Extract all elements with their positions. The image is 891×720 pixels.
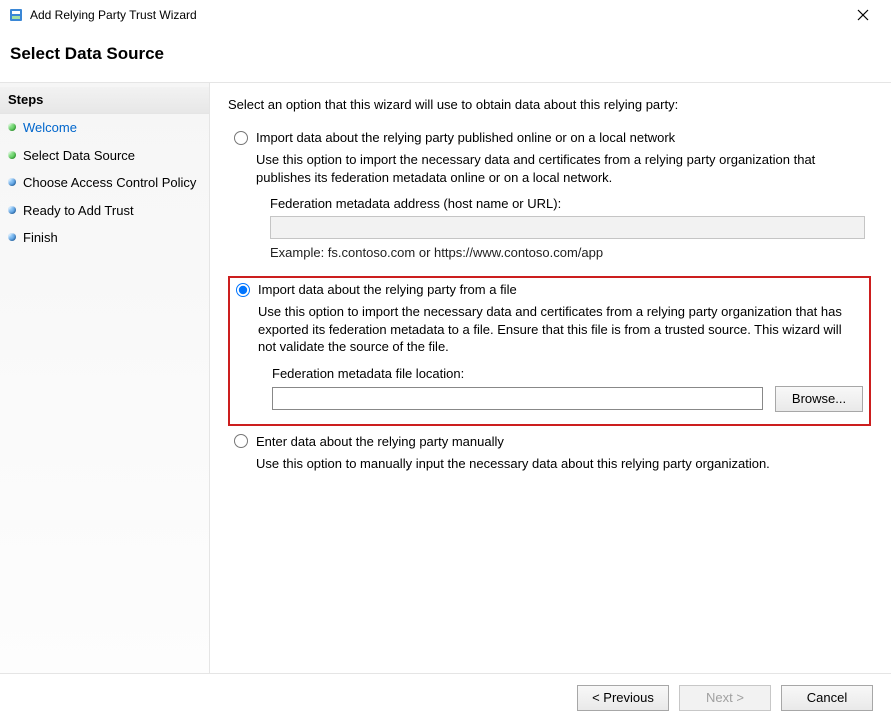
option-description: Use this option to import the necessary … (256, 151, 865, 186)
step-label: Finish (23, 229, 199, 247)
previous-button[interactable]: < Previous (577, 685, 669, 711)
page-title: Select Data Source (10, 44, 881, 64)
next-button[interactable]: Next > (679, 685, 771, 711)
step-choose-access-control-policy[interactable]: Choose Access Control Policy (0, 169, 209, 197)
radio-import-online[interactable] (234, 131, 248, 145)
step-bullet-icon (8, 123, 16, 131)
steps-header: Steps (0, 87, 209, 114)
option-import-online: Import data about the relying party publ… (228, 126, 871, 272)
option-label: Import data about the relying party from… (258, 282, 517, 297)
step-label: Choose Access Control Policy (23, 174, 199, 192)
step-label: Ready to Add Trust (23, 202, 199, 220)
metadata-file-input[interactable] (272, 387, 763, 410)
cancel-button[interactable]: Cancel (781, 685, 873, 711)
option-label: Enter data about the relying party manua… (256, 434, 504, 449)
option-label: Import data about the relying party publ… (256, 130, 675, 145)
step-bullet-icon (8, 151, 16, 159)
wizard-body: Steps Welcome Select Data Source Choose … (0, 83, 891, 673)
metadata-address-label: Federation metadata address (host name o… (270, 196, 865, 211)
step-welcome[interactable]: Welcome (0, 114, 209, 142)
step-bullet-icon (8, 178, 16, 186)
option-description: Use this option to manually input the ne… (256, 455, 865, 473)
metadata-address-example: Example: fs.contoso.com or https://www.c… (270, 245, 865, 260)
step-bullet-icon (8, 233, 16, 241)
close-icon (857, 9, 869, 21)
close-button[interactable] (843, 3, 883, 27)
steps-sidebar: Steps Welcome Select Data Source Choose … (0, 83, 210, 673)
radio-manual[interactable] (234, 434, 248, 448)
radio-import-file[interactable] (236, 283, 250, 297)
main-panel: Select an option that this wizard will u… (210, 83, 891, 673)
step-label: Welcome (23, 119, 199, 137)
window-title: Add Relying Party Trust Wizard (30, 8, 843, 22)
step-select-data-source[interactable]: Select Data Source (0, 142, 209, 170)
step-ready-to-add-trust[interactable]: Ready to Add Trust (0, 197, 209, 225)
step-finish[interactable]: Finish (0, 224, 209, 252)
titlebar: Add Relying Party Trust Wizard (0, 0, 891, 30)
wizard-header: Select Data Source (0, 30, 891, 83)
wizard-footer: < Previous Next > Cancel (0, 673, 891, 720)
metadata-file-label: Federation metadata file location: (272, 366, 863, 381)
browse-button[interactable]: Browse... (775, 386, 863, 412)
step-bullet-icon (8, 206, 16, 214)
option-manual: Enter data about the relying party manua… (228, 430, 871, 495)
app-icon (8, 7, 24, 23)
option-description: Use this option to import the necessary … (258, 303, 863, 356)
intro-text: Select an option that this wizard will u… (228, 97, 871, 112)
option-import-file: Import data about the relying party from… (228, 276, 871, 426)
step-label: Select Data Source (23, 147, 199, 165)
metadata-address-input[interactable] (270, 216, 865, 239)
